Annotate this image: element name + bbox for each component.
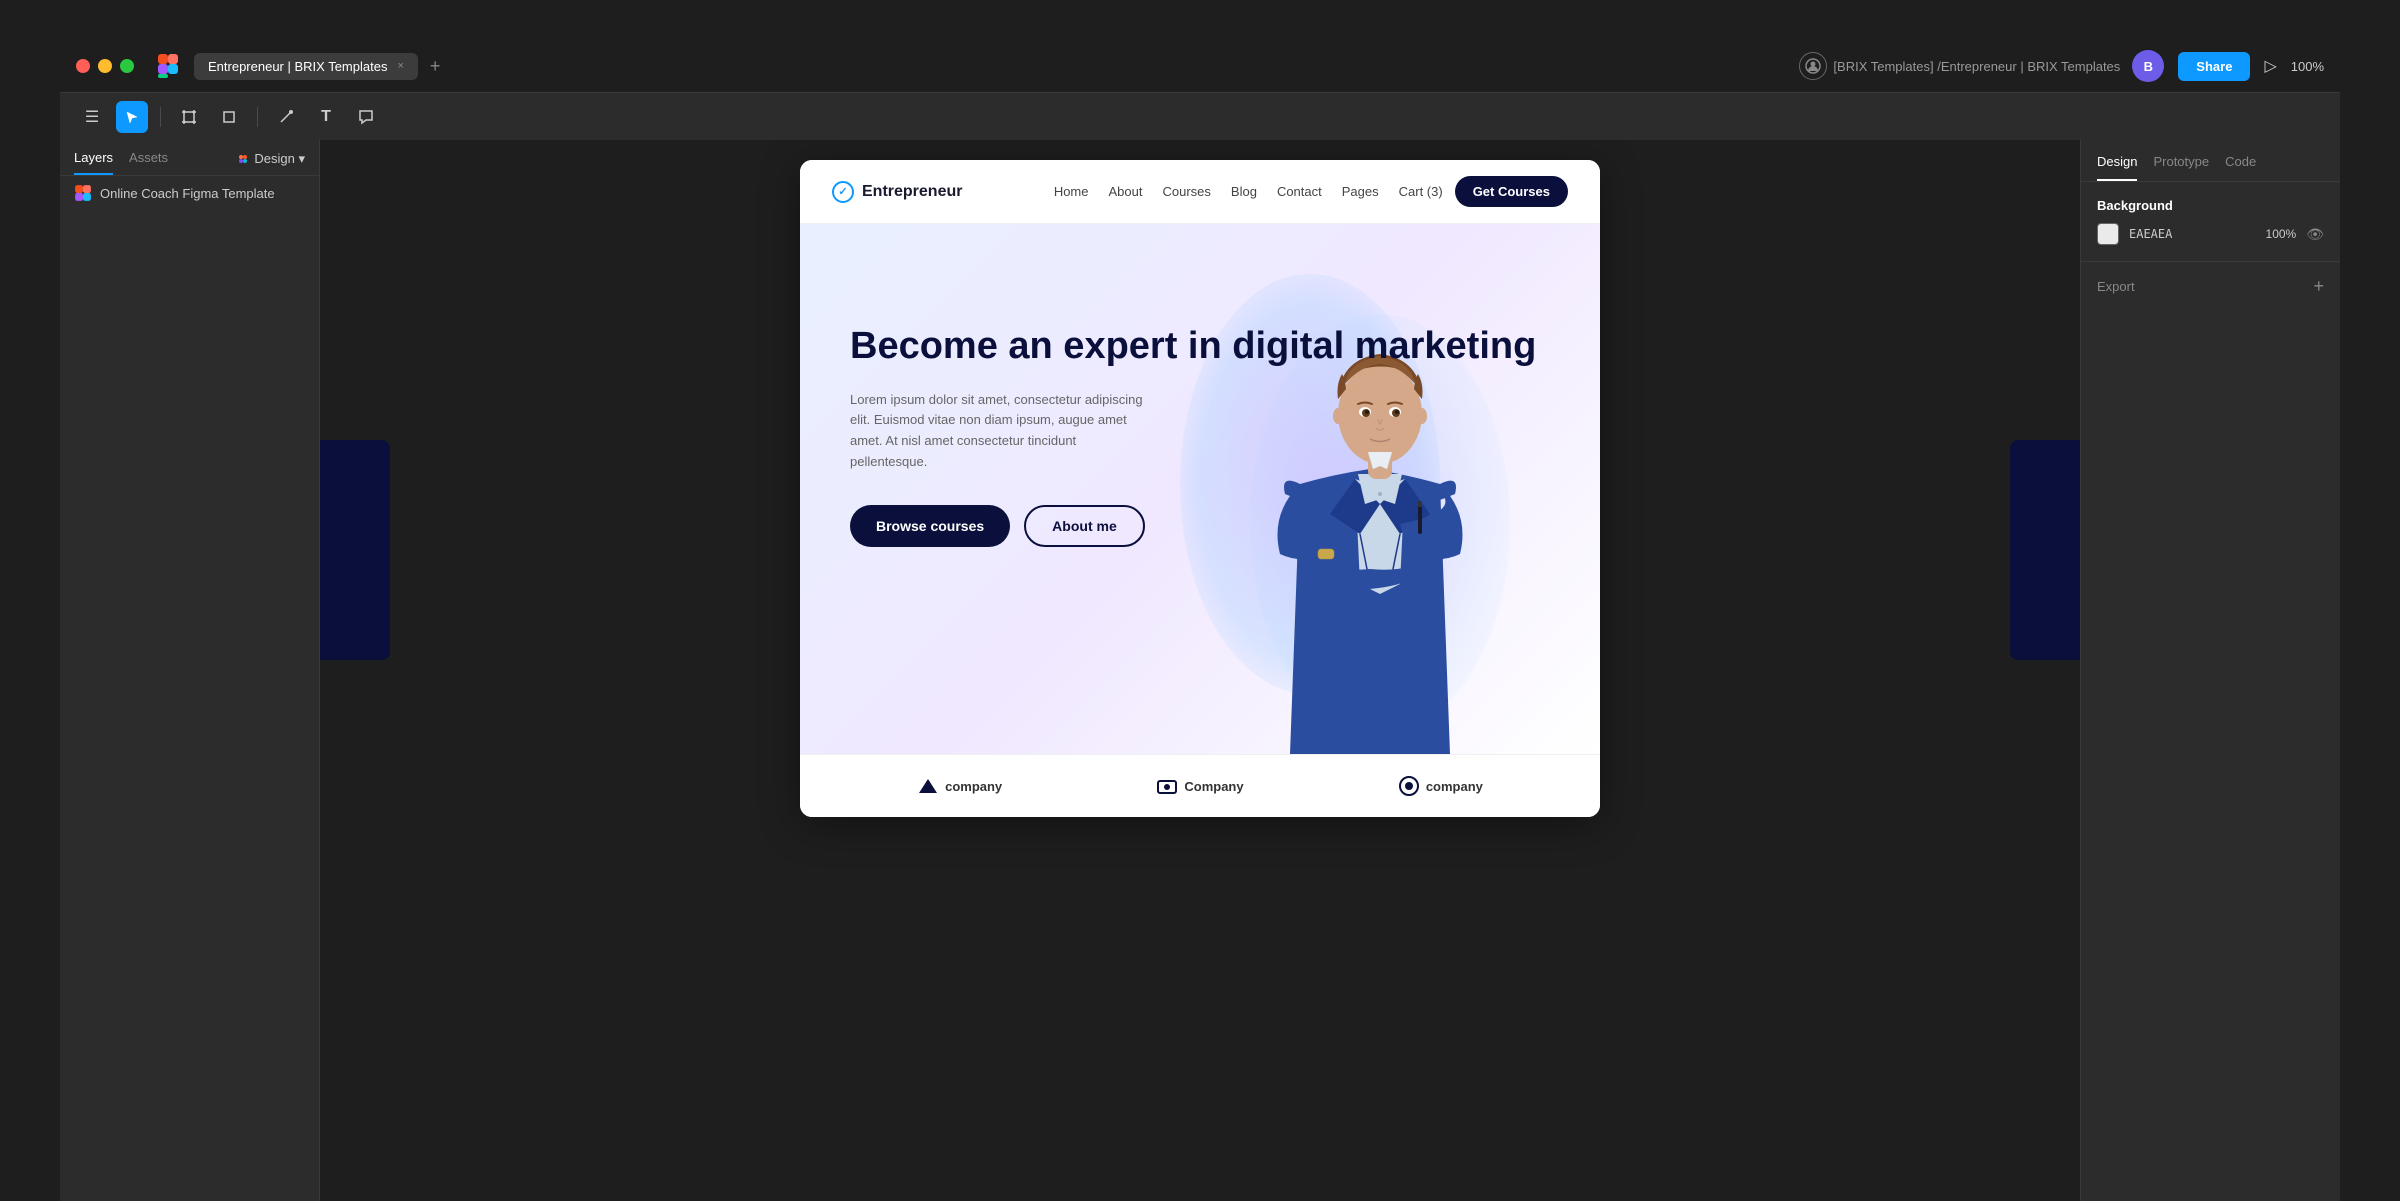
new-tab-btn[interactable]: + bbox=[422, 52, 449, 81]
browse-courses-button[interactable]: Browse courses bbox=[850, 505, 1010, 547]
left-panel: Layers Assets Design ▾ bbox=[60, 140, 320, 1201]
nav-about[interactable]: About bbox=[1109, 184, 1143, 199]
active-tab[interactable]: Entrepreneur | BRIX Templates × bbox=[194, 53, 418, 80]
design-chip[interactable]: Design ▾ bbox=[236, 150, 305, 175]
left-panel-tabs: Layers Assets Design ▾ bbox=[60, 140, 319, 176]
site-logo-text: Entrepreneur bbox=[862, 183, 962, 201]
tab-close-btn[interactable]: × bbox=[397, 60, 403, 72]
right-panel-tabs: Design Prototype Code bbox=[2081, 140, 2340, 182]
dark-side-left bbox=[320, 440, 390, 660]
header-breadcrumb-area: [BRIX Templates] /Entrepreneur | BRIX Te… bbox=[1799, 52, 2120, 80]
background-color-swatch[interactable] bbox=[2097, 223, 2119, 245]
hero-buttons: Browse courses About me bbox=[850, 505, 1550, 547]
code-tab[interactable]: Code bbox=[2225, 154, 2256, 181]
frame-tool[interactable] bbox=[173, 101, 205, 133]
user-avatar-icon bbox=[1799, 52, 1827, 80]
comment-tool[interactable] bbox=[350, 101, 382, 133]
export-label: Export bbox=[2097, 279, 2135, 294]
main-layout: Layers Assets Design ▾ bbox=[60, 140, 2340, 1201]
hero-text-area: Become an expert in digital marketing Lo… bbox=[850, 284, 1550, 694]
layer-item[interactable]: Online Coach Figma Template bbox=[60, 176, 319, 210]
layers-tab[interactable]: Layers bbox=[74, 150, 113, 175]
close-dot[interactable] bbox=[76, 59, 90, 73]
figma-file-icon bbox=[74, 184, 92, 202]
hero-title: Become an expert in digital marketing bbox=[850, 324, 1550, 370]
nav-contact[interactable]: Contact bbox=[1277, 184, 1322, 199]
site-hero-section: Become an expert in digital marketing Lo… bbox=[800, 224, 1600, 754]
hamburger-menu-icon[interactable]: ☰ bbox=[76, 101, 108, 133]
visibility-toggle-icon[interactable]: 👁 bbox=[2306, 226, 2324, 243]
nav-home[interactable]: Home bbox=[1054, 184, 1089, 199]
shape-tool[interactable] bbox=[213, 101, 245, 133]
company-logo-2: Company bbox=[1156, 775, 1243, 797]
cart-text[interactable]: Cart (3) bbox=[1399, 184, 1443, 199]
app-window: Entrepreneur | BRIX Templates × + [BRIX … bbox=[60, 40, 2340, 1201]
tools-toolbar: ☰ bbox=[60, 92, 2340, 140]
site-nav-links: Home About Courses Blog Contact Pages bbox=[1054, 184, 1379, 199]
logo-check-icon: ✓ bbox=[832, 181, 854, 203]
assets-tab[interactable]: Assets bbox=[129, 150, 168, 175]
company-logos-strip: company Company comp bbox=[800, 754, 1600, 817]
nav-blog[interactable]: Blog bbox=[1231, 184, 1257, 199]
tab-title: Entrepreneur | BRIX Templates bbox=[208, 59, 387, 74]
nav-pages[interactable]: Pages bbox=[1342, 184, 1379, 199]
tool-separator-2 bbox=[257, 107, 258, 127]
zoom-control[interactable]: 100% bbox=[2291, 59, 2324, 74]
company-name-2: Company bbox=[1184, 779, 1243, 794]
background-section-header: Background bbox=[2081, 182, 2340, 223]
minimize-dot[interactable] bbox=[98, 59, 112, 73]
export-row: Export + bbox=[2081, 262, 2340, 311]
color-hex-value: EAEAEA bbox=[2129, 227, 2256, 241]
text-tool[interactable]: T bbox=[310, 101, 342, 133]
background-color-control: EAEAEA 100% 👁 bbox=[2081, 223, 2340, 261]
company-name-3: company bbox=[1426, 779, 1483, 794]
about-me-button[interactable]: About me bbox=[1024, 505, 1145, 547]
site-preview-frame: ✓ Entrepreneur Home About Courses Blog C… bbox=[800, 160, 1600, 817]
export-add-icon[interactable]: + bbox=[2313, 276, 2324, 297]
share-button[interactable]: Share bbox=[2178, 52, 2250, 81]
design-tab[interactable]: Design bbox=[2097, 154, 2137, 181]
figma-icon bbox=[154, 52, 182, 80]
nav-courses[interactable]: Courses bbox=[1162, 184, 1210, 199]
header-right-controls: B Share ▷ 100% bbox=[2132, 50, 2324, 82]
company-name-1: company bbox=[945, 779, 1002, 794]
dark-side-right bbox=[2010, 440, 2080, 660]
play-icon[interactable]: ▷ bbox=[2264, 56, 2276, 76]
prototype-tab[interactable]: Prototype bbox=[2153, 154, 2209, 181]
site-logo: ✓ Entrepreneur bbox=[832, 181, 962, 203]
canvas-area[interactable]: ✓ Entrepreneur Home About Courses Blog C… bbox=[320, 140, 2080, 1201]
company-logo-3: company bbox=[1398, 775, 1483, 797]
right-panel: Design Prototype Code Background EAEAEA … bbox=[2080, 140, 2340, 1201]
maximize-dot[interactable] bbox=[120, 59, 134, 73]
layer-label: Online Coach Figma Template bbox=[100, 186, 275, 201]
tab-area: Entrepreneur | BRIX Templates × + bbox=[194, 52, 1787, 81]
collaborator-avatars: B bbox=[2132, 50, 2164, 82]
select-tool[interactable] bbox=[116, 101, 148, 133]
company-logo-1: company bbox=[917, 775, 1002, 797]
get-courses-button[interactable]: Get Courses bbox=[1455, 176, 1568, 207]
traffic-lights bbox=[76, 59, 134, 73]
titlebar: Entrepreneur | BRIX Templates × + [BRIX … bbox=[60, 40, 2340, 92]
breadcrumb-text: [BRIX Templates] /Entrepreneur | BRIX Te… bbox=[1833, 59, 2120, 74]
site-navbar: ✓ Entrepreneur Home About Courses Blog C… bbox=[800, 160, 1600, 224]
hero-subtitle: Lorem ipsum dolor sit amet, consectetur … bbox=[850, 390, 1150, 473]
pen-tool[interactable] bbox=[270, 101, 302, 133]
opacity-value: 100% bbox=[2266, 227, 2297, 241]
tool-separator-1 bbox=[160, 107, 161, 127]
